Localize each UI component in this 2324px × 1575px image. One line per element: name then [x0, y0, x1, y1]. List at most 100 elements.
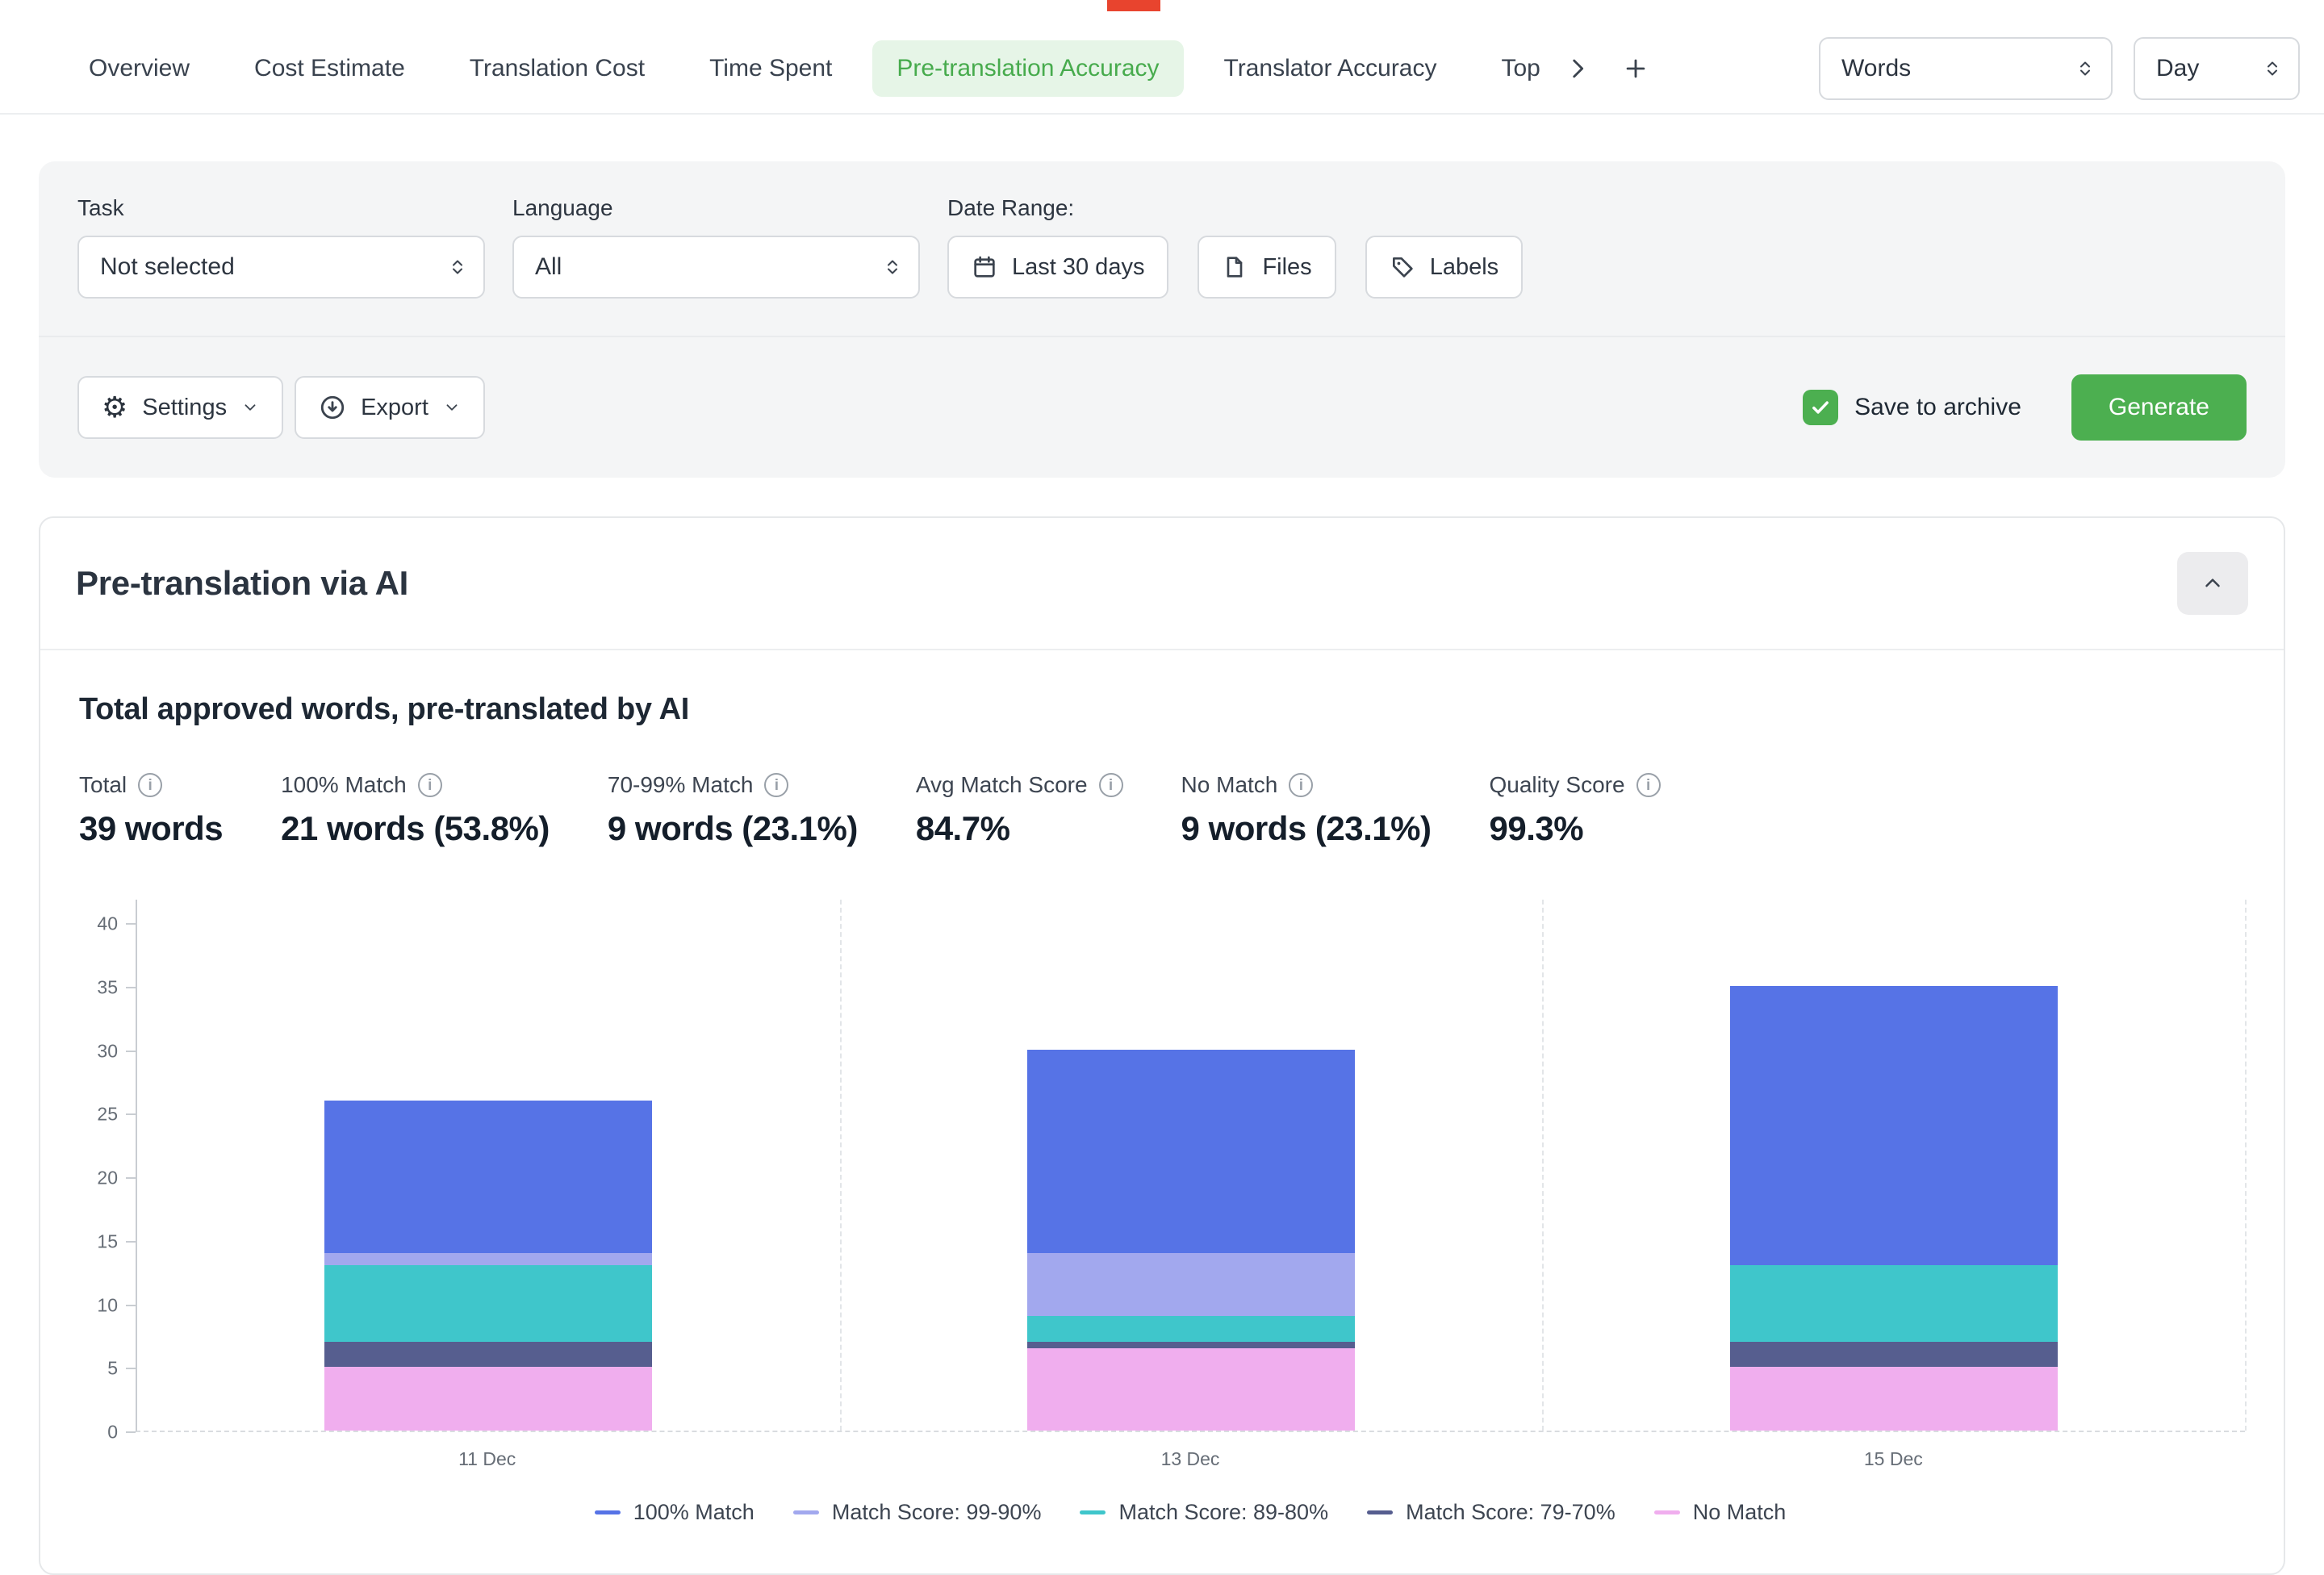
check-icon	[1809, 396, 1832, 419]
bar-segment[interactable]	[324, 1265, 652, 1342]
info-icon[interactable]: i	[1099, 773, 1123, 797]
bar-segment[interactable]	[1027, 1253, 1355, 1317]
tab-overview[interactable]: Overview	[65, 40, 214, 97]
bar-segment[interactable]	[324, 1367, 652, 1431]
labels-filter-button[interactable]: Labels	[1365, 236, 1523, 299]
section-title: Total approved words, pre-translated by …	[79, 692, 2245, 727]
legend-item[interactable]: 100% Match	[595, 1500, 754, 1525]
stat-label: 100% Match	[281, 772, 407, 798]
stat-avg-match-score: Avg Match Scorei 84.7%	[916, 772, 1123, 848]
card-header: Pre-translation via AI	[40, 518, 2284, 650]
settings-button[interactable]: ⚙ Settings	[77, 376, 283, 439]
checkbox-checked-icon[interactable]	[1803, 390, 1838, 425]
date-range-filter: Date Range: Last 30 days Files Labels	[947, 195, 1523, 299]
info-icon[interactable]: i	[1289, 773, 1313, 797]
add-report-button[interactable]	[1615, 48, 1657, 90]
bar-segment[interactable]	[1027, 1316, 1355, 1342]
files-filter-button[interactable]: Files	[1198, 236, 1335, 299]
language-select[interactable]: All	[512, 236, 920, 299]
legend-item[interactable]: No Match	[1654, 1500, 1787, 1525]
date-range-label: Date Range:	[947, 195, 1523, 221]
file-icon	[1222, 254, 1248, 280]
language-label: Language	[512, 195, 920, 221]
x-axis-labels: 11 Dec 13 Dec 15 Dec	[136, 1432, 2245, 1477]
y-axis-tick-label: 20	[97, 1168, 118, 1189]
legend-item[interactable]: Match Score: 89-80%	[1080, 1500, 1328, 1525]
bar-segment[interactable]	[1027, 1050, 1355, 1253]
stacked-bar-13-dec[interactable]	[1027, 1050, 1355, 1431]
y-axis-tick-label: 30	[97, 1040, 118, 1062]
task-filter: Task Not selected	[77, 195, 485, 299]
stat-value: 84.7%	[916, 809, 1123, 848]
vertical-gridline	[2245, 900, 2247, 1431]
bar-segment[interactable]	[324, 1342, 652, 1368]
tab-translator-accuracy[interactable]: Translator Accuracy	[1200, 40, 1461, 97]
chevron-right-icon	[1564, 55, 1591, 82]
stat-total: Totali 39 words	[79, 772, 223, 848]
bar-segment[interactable]	[1027, 1342, 1355, 1348]
bar-segment[interactable]	[1027, 1348, 1355, 1431]
legend-item[interactable]: Match Score: 79-70%	[1367, 1500, 1616, 1525]
info-icon[interactable]: i	[418, 773, 442, 797]
info-icon[interactable]: i	[764, 773, 788, 797]
stat-value: 99.3%	[1490, 809, 1661, 848]
tab-pre-translation-accuracy[interactable]: Pre-translation Accuracy	[872, 40, 1183, 97]
caret-down-icon	[241, 399, 259, 416]
stat-100-match: 100% Matchi 21 words (53.8%)	[281, 772, 550, 848]
legend-marker	[1367, 1510, 1393, 1514]
bar-segment[interactable]	[1730, 1265, 2058, 1342]
chart-grid: 0510152025303540	[79, 900, 2245, 1432]
date-range-button[interactable]: Last 30 days	[947, 236, 1168, 299]
tab-top[interactable]: Top	[1478, 40, 1540, 97]
language-filter: Language All	[512, 195, 920, 299]
period-select[interactable]: Day	[2134, 37, 2300, 100]
date-range-value: Last 30 days	[1012, 254, 1144, 281]
tab-translation-cost[interactable]: Translation Cost	[445, 40, 669, 97]
info-icon[interactable]: i	[138, 773, 162, 797]
y-axis-tick-label: 25	[97, 1104, 118, 1126]
stat-70-99-match: 70-99% Matchi 9 words (23.1%)	[608, 772, 858, 848]
tab-time-spent[interactable]: Time Spent	[685, 40, 856, 97]
filters-panel: Task Not selected Language All Date Rang…	[39, 161, 2285, 478]
vertical-gridline	[840, 900, 842, 1431]
bar-segment[interactable]	[1730, 1342, 2058, 1368]
x-axis-tick-label: 13 Dec	[1161, 1448, 1220, 1470]
legend-marker	[1080, 1510, 1106, 1514]
filters-divider	[39, 336, 2285, 337]
save-to-archive-label: Save to archive	[1854, 394, 2021, 421]
generate-button[interactable]: Generate	[2071, 374, 2247, 441]
bar-segment[interactable]	[1730, 1367, 2058, 1431]
bar-segment[interactable]	[324, 1101, 652, 1253]
browser-notification-strip	[1107, 0, 1160, 11]
period-select-value: Day	[2156, 55, 2199, 82]
task-label: Task	[77, 195, 485, 221]
stat-label: Quality Score	[1490, 772, 1625, 798]
stacked-bar-15-dec[interactable]	[1730, 986, 2058, 1431]
legend-item[interactable]: Match Score: 99-90%	[793, 1500, 1042, 1525]
bar-segment[interactable]	[1730, 986, 2058, 1266]
tabs-scroll-right-button[interactable]	[1557, 48, 1599, 90]
select-caret-icon	[883, 257, 902, 277]
gear-icon: ⚙	[102, 393, 127, 422]
x-axis-tick-label: 11 Dec	[458, 1448, 516, 1470]
info-icon[interactable]: i	[1636, 773, 1661, 797]
collapse-card-button[interactable]	[2177, 552, 2248, 615]
stacked-bar-11-dec[interactable]	[324, 1101, 652, 1431]
export-button[interactable]: Export	[295, 376, 485, 439]
card-body: Total approved words, pre-translated by …	[40, 650, 2284, 1573]
select-caret-icon	[448, 257, 467, 277]
tab-cost-estimate[interactable]: Cost Estimate	[230, 40, 429, 97]
legend-marker	[595, 1510, 621, 1514]
export-download-icon	[319, 394, 346, 421]
export-button-label: Export	[361, 395, 428, 421]
language-select-value: All	[535, 253, 562, 281]
legend-label: Match Score: 99-90%	[832, 1500, 1042, 1525]
plot-area	[136, 900, 2245, 1432]
bar-segment[interactable]	[324, 1253, 652, 1266]
y-axis-tick-mark	[126, 1431, 136, 1433]
save-to-archive-control[interactable]: Save to archive	[1803, 390, 2021, 425]
stats-row: Totali 39 words 100% Matchi 21 words (53…	[79, 772, 2245, 848]
unit-select[interactable]: Words	[1819, 37, 2113, 100]
x-axis-tick-label: 15 Dec	[1864, 1448, 1923, 1470]
task-select[interactable]: Not selected	[77, 236, 485, 299]
